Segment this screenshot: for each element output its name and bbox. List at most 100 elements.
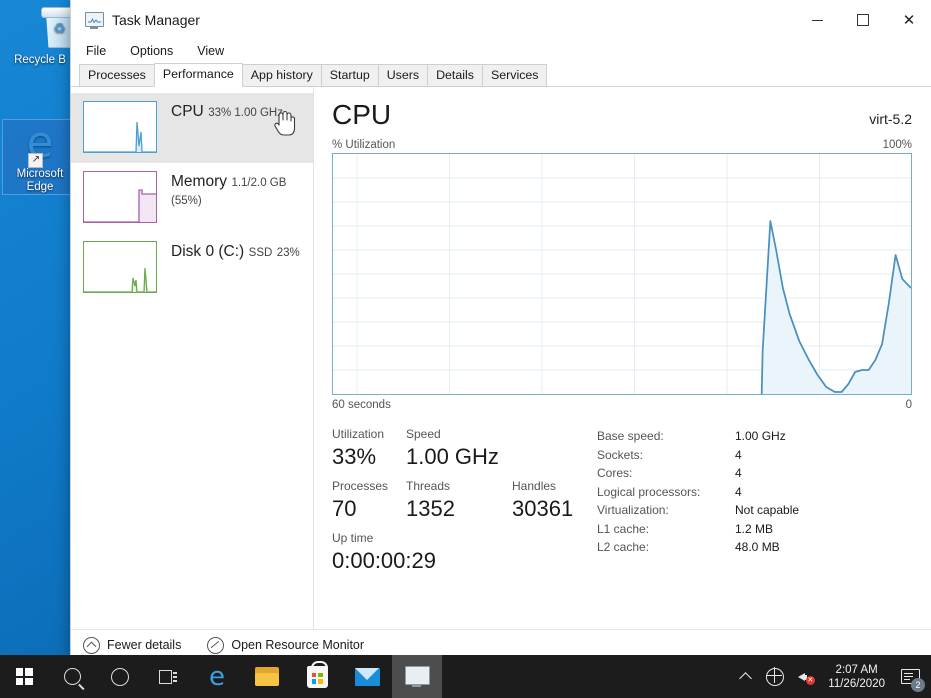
stat-label: Processes xyxy=(332,479,389,493)
detail-value: Not capable xyxy=(735,503,800,517)
tab-services[interactable]: Services xyxy=(481,64,548,87)
speaker-muted-icon: ✕ xyxy=(797,669,815,685)
stat-handles: Handles 30361 xyxy=(512,477,573,523)
recycle-bin-icon: ♻ xyxy=(3,6,79,52)
chevron-up-circle-icon xyxy=(83,636,100,654)
taskbar-search-button[interactable] xyxy=(48,655,96,698)
menu-item-file[interactable]: File xyxy=(83,43,109,59)
stat-label: Up time xyxy=(332,531,374,545)
stat-value: 70 xyxy=(332,496,357,521)
detail-value: 48.0 MB xyxy=(735,540,780,554)
tab-details[interactable]: Details xyxy=(427,64,483,87)
statistics-area: Utilization 33% Speed 1.00 GHz Processes… xyxy=(332,425,912,575)
stat-value: 0:00:00:29 xyxy=(332,548,436,573)
page-title: CPU xyxy=(332,99,392,130)
detail-value: 4 xyxy=(735,447,742,462)
windows-logo-icon xyxy=(15,668,33,685)
detail-key: L1 cache: xyxy=(597,521,650,536)
taskbar-task-view-button[interactable] xyxy=(144,655,192,698)
desktop-icon-label: Microsoft Edge xyxy=(16,168,64,193)
taskbar-task-manager-button[interactable] xyxy=(392,655,442,698)
maximize-button[interactable] xyxy=(840,0,886,40)
stat-utilization: Utilization 33% xyxy=(332,425,406,471)
stat-threads: Threads 1352 xyxy=(406,477,512,523)
taskbar-mail-button[interactable] xyxy=(342,655,392,698)
stat-label: Threads xyxy=(406,479,451,493)
taskbar: e ✕ 2:07 AM 11/26/2020 2 xyxy=(0,655,931,698)
chart-bottom-axis: 60 seconds 0 xyxy=(332,399,912,411)
edge-icon: e xyxy=(209,661,225,692)
task-manager-icon xyxy=(405,666,430,687)
tab-users[interactable]: Users xyxy=(377,64,429,87)
clock[interactable]: 2:07 AM 11/26/2020 xyxy=(820,663,893,691)
detail-key: L2 cache: xyxy=(597,540,650,554)
chart-series-cpu xyxy=(760,220,911,394)
sidebar-item-disk[interactable]: Disk 0 (C:) SSD 23% xyxy=(71,233,313,303)
stats-row-2: Processes 70 Threads 1352 Handles 30361 xyxy=(332,477,587,523)
mail-icon xyxy=(354,667,380,686)
folder-icon xyxy=(255,667,279,686)
stat-value: 33% xyxy=(332,444,377,469)
taskbar-microsoft-store-button[interactable] xyxy=(292,655,342,698)
action-center-button[interactable]: 2 xyxy=(893,655,927,698)
mouse-cursor-hand-icon xyxy=(274,110,296,136)
network-status-button[interactable] xyxy=(760,655,790,698)
stat-label: Utilization xyxy=(332,427,385,441)
detail-value: 4 xyxy=(735,484,742,499)
detail-value: 1.2 MB xyxy=(735,521,774,536)
tab-startup[interactable]: Startup xyxy=(320,64,379,87)
task-manager-window: Task Manager ✕ File Options View Process… xyxy=(70,0,931,661)
tab-strip: Processes Performance App history Startu… xyxy=(71,62,931,87)
sidebar-item-text: CPU 33% 1.00 GHz xyxy=(171,101,283,121)
menu-item-view[interactable]: View xyxy=(194,43,227,59)
resource-list: CPU 33% 1.00 GHz Memory 1.1/2.0 GB (55%) xyxy=(71,87,314,629)
show-hidden-icons-button[interactable] xyxy=(730,655,760,698)
start-button[interactable] xyxy=(0,655,48,698)
menu-bar: File Options View xyxy=(71,40,931,62)
cpu-model-label: virt-5.2 xyxy=(869,111,912,127)
disk-mini-graph xyxy=(83,241,157,293)
detail-row-l1-cache: L1 cache: 1.2 MB xyxy=(597,520,912,539)
detail-row-l2-cache: L2 cache: 48.0 MB xyxy=(597,538,912,557)
minimize-button[interactable] xyxy=(794,0,840,40)
title-bar[interactable]: Task Manager ✕ xyxy=(71,0,931,40)
task-manager-icon xyxy=(85,12,104,29)
open-resource-monitor-button[interactable]: Open Resource Monitor xyxy=(207,636,365,654)
desktop-icon-recycle-bin[interactable]: ♻ Recycle B xyxy=(3,6,79,67)
globe-icon xyxy=(765,667,785,686)
stat-value: 1.00 GHz xyxy=(406,444,499,469)
taskbar-file-explorer-button[interactable] xyxy=(242,655,292,698)
memory-mini-graph xyxy=(83,171,157,223)
clock-date: 11/26/2020 xyxy=(828,677,885,690)
volume-button[interactable]: ✕ xyxy=(790,655,820,698)
sidebar-item-memory[interactable]: Memory 1.1/2.0 GB (55%) xyxy=(71,163,313,233)
menu-item-options[interactable]: Options xyxy=(127,43,176,59)
resource-monitor-icon xyxy=(207,636,225,654)
chevron-up-icon xyxy=(738,672,752,685)
cortana-icon xyxy=(111,667,129,686)
taskbar-microsoft-edge-button[interactable]: e xyxy=(192,655,242,698)
window-body: CPU 33% 1.00 GHz Memory 1.1/2.0 GB (55%) xyxy=(71,87,931,629)
sidebar-item-title: CPU xyxy=(171,103,204,120)
primary-stats: Utilization 33% Speed 1.00 GHz Processes… xyxy=(332,425,587,575)
detail-row-cores: Cores: 4 xyxy=(597,464,912,483)
sidebar-item-cpu[interactable]: CPU 33% 1.00 GHz xyxy=(71,93,313,163)
tab-processes[interactable]: Processes xyxy=(79,64,155,87)
close-button[interactable]: ✕ xyxy=(886,0,931,40)
open-resource-monitor-label: Open Resource Monitor xyxy=(231,638,365,652)
sidebar-item-sub: SSD xyxy=(248,247,273,259)
tab-app-history[interactable]: App history xyxy=(241,64,322,87)
notification-count-badge: 2 xyxy=(911,678,925,692)
cpu-utilization-chart[interactable] xyxy=(332,153,912,395)
desktop-icon-microsoft-edge[interactable]: e ↗ Microsoft Edge xyxy=(2,119,78,195)
stat-value: 1352 xyxy=(406,496,455,521)
tab-performance[interactable]: Performance xyxy=(153,63,243,87)
detail-key: Virtualization: xyxy=(597,503,669,517)
chart-y-axis-max: 100% xyxy=(882,139,912,151)
chart-y-axis-label: % Utilization xyxy=(332,139,396,151)
fewer-details-button[interactable]: Fewer details xyxy=(83,636,181,654)
detail-value: 4 xyxy=(735,466,742,480)
chart-gridlines xyxy=(333,154,911,394)
desktop-icon-label: Recycle B xyxy=(14,54,66,66)
taskbar-cortana-button[interactable] xyxy=(96,655,144,698)
